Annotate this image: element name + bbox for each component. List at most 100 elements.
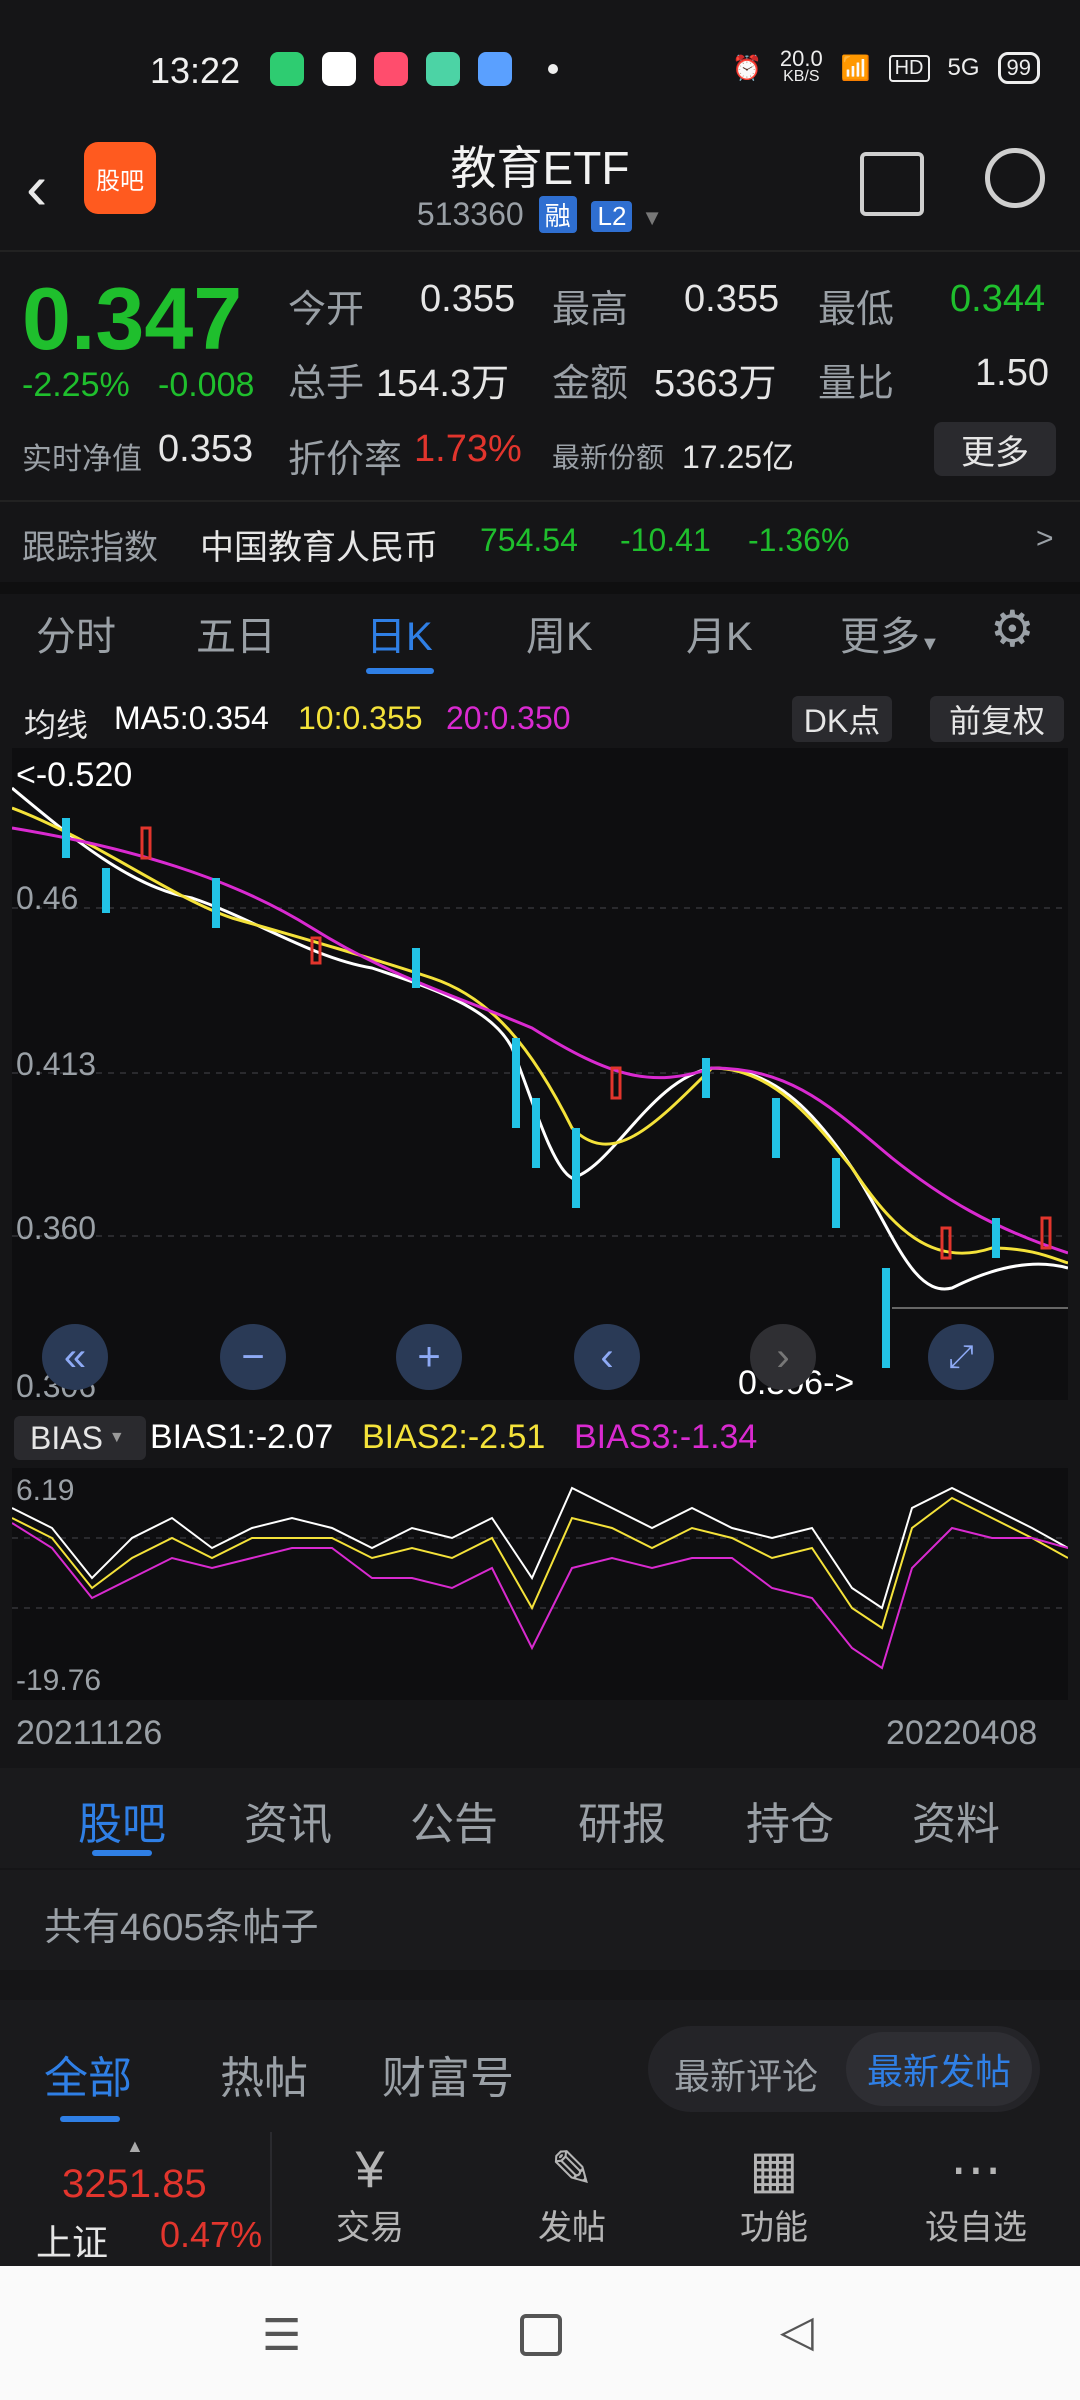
y-tick-1: 0.46 bbox=[16, 880, 79, 916]
ratio-label: 量比 bbox=[818, 363, 895, 405]
dropdown-icon: ▼ bbox=[108, 1429, 125, 1446]
discount-label: 折价率 bbox=[288, 439, 403, 481]
ma5-value: MA5:0.354 bbox=[114, 700, 269, 736]
high-marker: <-0.520 bbox=[16, 756, 133, 794]
index-arrow-icon[interactable]: > bbox=[1036, 522, 1054, 556]
filter-fortune[interactable]: 财富号 bbox=[382, 2042, 514, 2106]
system-nav-bar: ☰ ◁ bbox=[0, 2266, 1080, 2400]
bias1-value: BIAS1:-2.07 bbox=[150, 1418, 334, 1456]
filter-hot[interactable]: 热帖 bbox=[220, 2042, 308, 2106]
bias-chart[interactable] bbox=[12, 1468, 1068, 1700]
more-circle-icon: ⋯ bbox=[950, 2141, 1002, 2199]
date-start: 20211126 bbox=[16, 1714, 163, 1752]
sort-latest-post[interactable]: 最新发帖 bbox=[846, 2032, 1032, 2106]
share-icon[interactable] bbox=[860, 152, 924, 216]
high-value: 0.355 bbox=[684, 278, 780, 320]
zoom-out-button[interactable]: − bbox=[220, 1324, 286, 1390]
up-arrow-icon: ▲ bbox=[126, 2136, 144, 2156]
low-label: 最低 bbox=[818, 289, 895, 331]
dropdown-icon[interactable]: ▼ bbox=[641, 205, 663, 230]
nav-post[interactable]: ✎ 发帖 bbox=[512, 2140, 632, 2249]
nav-value: 0.353 bbox=[158, 428, 254, 470]
change-pct: -2.25% bbox=[22, 366, 130, 404]
nav-functions[interactable]: ▦ 功能 bbox=[714, 2140, 834, 2249]
index-change: -10.41 bbox=[620, 522, 711, 558]
video-icon bbox=[374, 52, 408, 86]
ratio-value: 1.50 bbox=[975, 352, 1049, 394]
status-right: ⏰ 20.0 KB/S 📶 HD 5G 99 bbox=[732, 46, 1040, 86]
dk-button[interactable]: DK点 bbox=[792, 696, 892, 742]
edit-icon: ✎ bbox=[550, 2141, 594, 2199]
nav-add-watchlist[interactable]: ⋯ 设自选 bbox=[916, 2140, 1036, 2249]
tab-weekly-k[interactable]: 周K bbox=[526, 604, 593, 662]
post-count-bar: 共有4605条帖子 bbox=[0, 1870, 1080, 1970]
indicator-select[interactable]: BIAS ▼ bbox=[14, 1416, 146, 1460]
current-price: 0.347 bbox=[22, 269, 243, 368]
scroll-left-button[interactable]: ‹ bbox=[574, 1324, 640, 1390]
post-count: 共有4605条帖子 bbox=[44, 1907, 319, 1949]
period-tabs: 分时 五日 日K 周K 月K 更多▼ ⚙ bbox=[0, 590, 1080, 690]
volume-value: 154.3万 bbox=[376, 363, 510, 405]
app-icon bbox=[322, 52, 356, 86]
tab-notice[interactable]: 公告 bbox=[410, 1788, 498, 1852]
bias3-value: BIAS3:-1.34 bbox=[574, 1418, 758, 1456]
search-icon[interactable] bbox=[985, 148, 1045, 208]
wifi-icon: 📶 bbox=[840, 54, 871, 82]
tab-research[interactable]: 研报 bbox=[578, 1788, 666, 1852]
sort-latest-comment[interactable]: 最新评论 bbox=[674, 2048, 818, 2100]
tab-profile[interactable]: 资料 bbox=[912, 1788, 1000, 1852]
bias-bottom-tick: -19.76 bbox=[16, 1664, 102, 1697]
date-end: 20220408 bbox=[886, 1714, 1038, 1752]
tab-holdings[interactable]: 持仓 bbox=[746, 1788, 834, 1852]
dot-icon bbox=[548, 64, 558, 74]
status-bar: 13:22 ⏰ 20.0 KB/S 📶 HD 5G 99 bbox=[0, 0, 1080, 140]
ma10-value: 10:0.355 bbox=[298, 700, 423, 736]
zoom-in-button[interactable]: + bbox=[396, 1324, 462, 1390]
tab-monthly-k[interactable]: 月K bbox=[686, 604, 753, 662]
fullscreen-button[interactable]: ⤢ bbox=[928, 1324, 994, 1390]
net-speed: 20.0 KB/S bbox=[779, 46, 823, 86]
bias2-value: BIAS2:-2.51 bbox=[362, 1418, 546, 1456]
tab-fenshi[interactable]: 分时 bbox=[36, 604, 116, 662]
more-button[interactable]: 更多 bbox=[934, 422, 1056, 476]
ma20-value: 20:0.350 bbox=[446, 700, 571, 736]
open-label: 今开 bbox=[288, 289, 365, 331]
tab-more[interactable]: 更多▼ bbox=[840, 604, 940, 662]
sh-index-value: 3251.85 bbox=[62, 2162, 207, 2206]
tab-indicator bbox=[60, 2116, 120, 2122]
hd-icon: HD bbox=[888, 54, 930, 82]
home-icon[interactable] bbox=[520, 2314, 562, 2356]
kline-chart[interactable] bbox=[12, 748, 1068, 1400]
change-value: -0.008 bbox=[158, 366, 255, 404]
settings-icon[interactable]: ⚙ bbox=[990, 600, 1035, 658]
tab-daily-k[interactable]: 日K bbox=[366, 604, 433, 662]
scroll-right-button[interactable]: › bbox=[750, 1324, 816, 1390]
app-icon bbox=[478, 52, 512, 86]
tab-news[interactable]: 资讯 bbox=[244, 1788, 332, 1852]
status-time: 13:22 bbox=[150, 50, 241, 91]
index-name[interactable]: 中国教育人民币 bbox=[200, 520, 438, 569]
adjust-button[interactable]: 前复权 bbox=[930, 696, 1064, 742]
menu-icon[interactable]: ☰ bbox=[262, 2310, 301, 2361]
high-label: 最高 bbox=[552, 289, 629, 331]
nav-trade[interactable]: ¥ 交易 bbox=[310, 2140, 430, 2249]
code-text: 513360 bbox=[416, 196, 524, 232]
back-icon[interactable]: ◁ bbox=[780, 2306, 814, 2357]
y-tick-2: 0.413 bbox=[16, 1046, 97, 1082]
sh-index-name: 上证 bbox=[36, 2222, 109, 2263]
filter-all[interactable]: 全部 bbox=[44, 2042, 132, 2106]
tab-guba[interactable]: 股吧 bbox=[78, 1788, 166, 1852]
tab-wuri[interactable]: 五日 bbox=[196, 604, 276, 662]
index-change-pct: -1.36% bbox=[748, 522, 850, 558]
market-index-widget[interactable]: ▲ 3251.85 上证 0.47% bbox=[0, 2132, 272, 2266]
bias-top-tick: 6.19 bbox=[16, 1474, 75, 1507]
amount-label: 金额 bbox=[552, 363, 629, 405]
app-icon bbox=[426, 52, 460, 86]
y-tick-3: 0.360 bbox=[16, 1210, 97, 1246]
wechat-icon bbox=[270, 52, 304, 86]
signal-icon: 5G bbox=[947, 54, 980, 81]
amount-value: 5363万 bbox=[654, 363, 777, 405]
tab-indicator bbox=[92, 1850, 152, 1856]
scroll-left-fast-button[interactable]: « bbox=[42, 1324, 108, 1390]
tab-indicator bbox=[366, 668, 434, 674]
